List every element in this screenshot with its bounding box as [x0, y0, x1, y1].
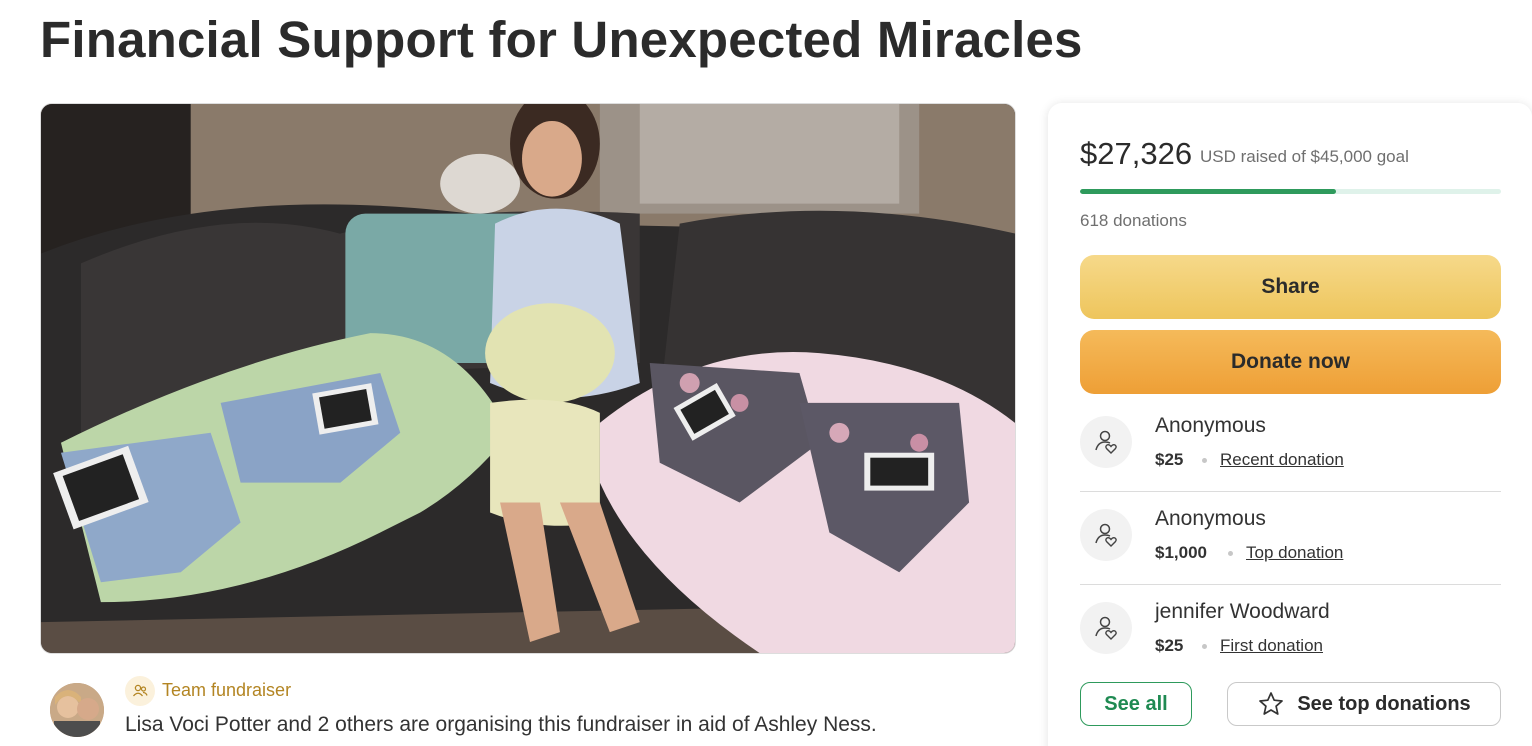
star-icon [1259, 692, 1284, 715]
progress-bar [1080, 189, 1501, 194]
organizer-avatar[interactable] [50, 683, 104, 737]
donor-name: jennifer Woodward [1155, 600, 1330, 623]
donation-item: jennifer Woodward $25 First donation [1080, 600, 1501, 694]
donation-item: Anonymous $25 Recent donation [1080, 414, 1501, 508]
amount-raised: $27,326 [1080, 136, 1193, 171]
donation-tag-link[interactable]: First donation [1220, 636, 1323, 656]
donor-heart-icon [1080, 509, 1132, 561]
separator-dot [1202, 458, 1207, 463]
donor-name: Anonymous [1155, 414, 1266, 437]
donor-name: Anonymous [1155, 507, 1266, 530]
team-fundraiser-label: Team fundraiser [162, 680, 292, 700]
see-all-button[interactable]: See all [1080, 682, 1192, 726]
share-button[interactable]: Share [1080, 255, 1501, 319]
donation-amount: $25 [1155, 450, 1184, 469]
hero-image [40, 103, 1016, 654]
team-people-icon [125, 676, 155, 706]
donation-amount: $25 [1155, 636, 1184, 655]
divider [1080, 491, 1501, 492]
organizer-avatar-image [50, 683, 104, 737]
donate-now-button[interactable]: Donate now [1080, 330, 1501, 394]
donation-amount: $1,000 [1155, 543, 1207, 562]
separator-dot [1202, 644, 1207, 649]
see-top-donations-label: See top donations [1297, 692, 1471, 715]
donation-item: Anonymous $1,000 Top donation [1080, 507, 1501, 601]
hero-photo-illustration [41, 104, 1015, 653]
donation-tag-link[interactable]: Recent donation [1220, 450, 1344, 470]
donation-tag-link[interactable]: Top donation [1246, 543, 1343, 563]
donor-heart-icon [1080, 416, 1132, 468]
donations-count: 618 donations [1080, 211, 1187, 230]
divider [1080, 584, 1501, 585]
separator-dot [1228, 551, 1233, 556]
page-title: Financial Support for Unexpected Miracle… [40, 11, 1083, 68]
organizer-description: Lisa Voci Potter and 2 others are organi… [125, 713, 877, 736]
see-top-donations-button[interactable]: See top donations [1227, 682, 1501, 726]
progress-bar-fill [1080, 189, 1336, 194]
donor-heart-icon [1080, 602, 1132, 654]
goal-text: USD raised of $45,000 goal [1200, 147, 1409, 166]
